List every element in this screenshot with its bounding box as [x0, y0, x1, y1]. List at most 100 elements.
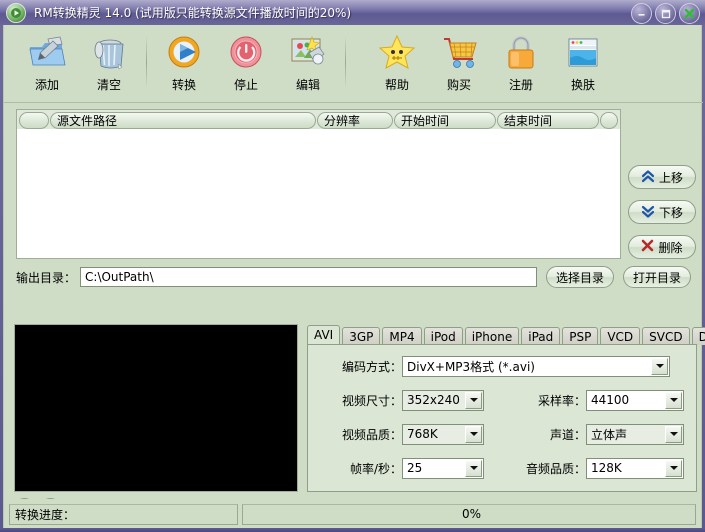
- toolbar-separator: [345, 33, 346, 91]
- column-header-end-time[interactable]: 结束时间: [497, 112, 599, 129]
- app-logo-icon: [6, 3, 26, 23]
- sample-rate-group: 采样率： 44100: [508, 390, 694, 411]
- toolbar-button-clear[interactable]: 清空: [78, 29, 140, 99]
- audio-quality-combo[interactable]: 128K: [586, 458, 684, 479]
- tab-dvd[interactable]: DVD: [692, 327, 705, 345]
- chevron-down-icon[interactable]: [465, 426, 482, 443]
- tab-vcd[interactable]: VCD: [600, 327, 640, 345]
- frame-rate-combo[interactable]: 25: [402, 458, 484, 479]
- chevron-down-icon[interactable]: [465, 392, 482, 409]
- open-directory-button[interactable]: 打开目录: [623, 266, 691, 288]
- tab-psp[interactable]: PSP: [562, 327, 598, 345]
- format-tabs: AVI 3GP MP4 iPod iPhone iPad PSP VCD SVC…: [307, 325, 697, 345]
- edit-picture-icon: [287, 33, 329, 73]
- audio-quality-value: 128K: [591, 461, 622, 475]
- move-down-button[interactable]: 下移: [628, 200, 696, 224]
- toolbar-label: 转换: [172, 76, 196, 93]
- frame-rate-value: 25: [407, 461, 422, 475]
- minimize-button[interactable]: [631, 3, 652, 24]
- app-window: RM转换精灵 14.0 (试用版只能转换源文件播放时间的20%): [0, 0, 705, 532]
- video-size-sample-rate-row: 视频尺寸： 352x240 采样率： 44100: [308, 387, 696, 413]
- video-size-combo[interactable]: 352x240: [402, 390, 484, 411]
- video-quality-combo[interactable]: 768K: [402, 424, 484, 445]
- delete-button[interactable]: 删除: [628, 235, 696, 259]
- audio-quality-group: 音频品质： 128K: [508, 458, 694, 479]
- sample-rate-label: 采样率：: [508, 392, 586, 409]
- toolbar-label: 清空: [97, 76, 121, 93]
- chevron-down-icon[interactable]: [665, 392, 682, 409]
- settings-panel: 编码方式： DivX+MP3格式 (*.avi) 视频尺寸： 352x240 采…: [307, 344, 697, 492]
- move-up-button[interactable]: 上移: [628, 165, 696, 189]
- close-button[interactable]: [679, 3, 700, 24]
- window-title: RM转换精灵 14.0 (试用版只能转换源文件播放时间的20%): [34, 4, 351, 21]
- toolbar-button-register[interactable]: 注册: [490, 29, 552, 99]
- chevron-down-icon[interactable]: [465, 460, 482, 477]
- encoding-value: DivX+MP3格式 (*.avi): [407, 358, 535, 375]
- file-list-header: 源文件路径 分辨率 开始时间 结束时间: [17, 110, 620, 129]
- file-list-panel: 源文件路径 分辨率 开始时间 结束时间: [16, 109, 621, 259]
- video-preview[interactable]: [14, 324, 298, 492]
- encoding-combo[interactable]: DivX+MP3格式 (*.avi): [402, 356, 670, 377]
- channel-value: 立体声: [591, 426, 627, 443]
- lock-register-icon: [500, 33, 542, 73]
- status-bar: 转换进度： 0%: [3, 499, 702, 529]
- channel-group: 声道： 立体声: [508, 424, 694, 445]
- skin-window-icon: [562, 33, 604, 73]
- audio-quality-label: 音频品质：: [508, 460, 586, 477]
- shopping-cart-icon: [438, 33, 480, 73]
- tab-3gp[interactable]: 3GP: [342, 327, 380, 345]
- list-side-buttons: 上移 下移 删除: [628, 165, 698, 270]
- maximize-button[interactable]: [655, 3, 676, 24]
- tab-iphone[interactable]: iPhone: [465, 327, 520, 345]
- toolbar-button-buy[interactable]: 购买: [428, 29, 490, 99]
- toolbar-button-skin[interactable]: 换肤: [552, 29, 614, 99]
- chevron-down-icon[interactable]: [651, 358, 668, 375]
- toolbar-button-convert[interactable]: 转换: [153, 29, 215, 99]
- toolbar-button-add[interactable]: 添加: [16, 29, 78, 99]
- tab-avi[interactable]: AVI: [307, 325, 340, 345]
- add-folder-icon: [26, 33, 68, 73]
- tab-svcd[interactable]: SVCD: [642, 327, 689, 345]
- file-list-body[interactable]: [17, 129, 620, 257]
- chevron-down-icon[interactable]: [665, 460, 682, 477]
- column-header-extra[interactable]: [600, 112, 618, 129]
- progress-label-panel: 转换进度：: [9, 504, 238, 525]
- title-bar: RM转换精灵 14.0 (试用版只能转换源文件播放时间的20%): [0, 0, 705, 25]
- output-directory-label: 输出目录：: [16, 269, 76, 286]
- video-size-group: 视频尺寸： 352x240: [308, 390, 508, 411]
- toolbar-button-help[interactable]: 帮助: [366, 29, 428, 99]
- toolbar-label: 注册: [509, 76, 533, 93]
- x-delete-icon: [641, 239, 654, 255]
- tab-ipod[interactable]: iPod: [424, 327, 463, 345]
- video-quality-group: 视频品质： 768K: [308, 424, 508, 445]
- column-header-checkbox[interactable]: [19, 112, 49, 129]
- toolbar-button-edit[interactable]: 编辑: [277, 29, 339, 99]
- output-directory-row: 输出目录： C:\OutPath\ 选择目录 打开目录: [16, 265, 691, 289]
- toolbar-label: 帮助: [385, 76, 409, 93]
- window-bottom-frame: [0, 528, 705, 532]
- tab-mp4[interactable]: MP4: [382, 327, 421, 345]
- video-size-value: 352x240: [407, 393, 460, 407]
- tab-ipad[interactable]: iPad: [521, 327, 560, 345]
- channel-label: 声道：: [508, 426, 586, 443]
- sample-rate-combo[interactable]: 44100: [586, 390, 684, 411]
- column-header-resolution[interactable]: 分辨率: [317, 112, 393, 129]
- video-size-label: 视频尺寸：: [308, 392, 402, 409]
- frame-rate-audio-quality-row: 帧率/秒： 25 音频品质： 128K: [308, 455, 696, 481]
- sample-rate-value: 44100: [591, 393, 629, 407]
- toolbar-button-stop[interactable]: 停止: [215, 29, 277, 99]
- chevron-double-down-icon: [641, 205, 655, 220]
- toolbar-label: 换肤: [571, 76, 595, 93]
- choose-directory-button[interactable]: 选择目录: [546, 266, 614, 288]
- column-header-start-time[interactable]: 开始时间: [394, 112, 496, 129]
- channel-combo[interactable]: 立体声: [586, 424, 684, 445]
- chevron-down-icon[interactable]: [665, 426, 682, 443]
- convert-play-icon: [163, 33, 205, 73]
- output-directory-input[interactable]: C:\OutPath\: [80, 267, 537, 287]
- video-quality-channel-row: 视频品质： 768K 声道： 立体声: [308, 421, 696, 447]
- delete-label: 删除: [658, 239, 682, 256]
- toolbar-label: 停止: [234, 76, 258, 93]
- column-header-source-path[interactable]: 源文件路径: [50, 112, 316, 129]
- toolbar-label: 编辑: [296, 76, 320, 93]
- move-up-label: 上移: [659, 169, 683, 186]
